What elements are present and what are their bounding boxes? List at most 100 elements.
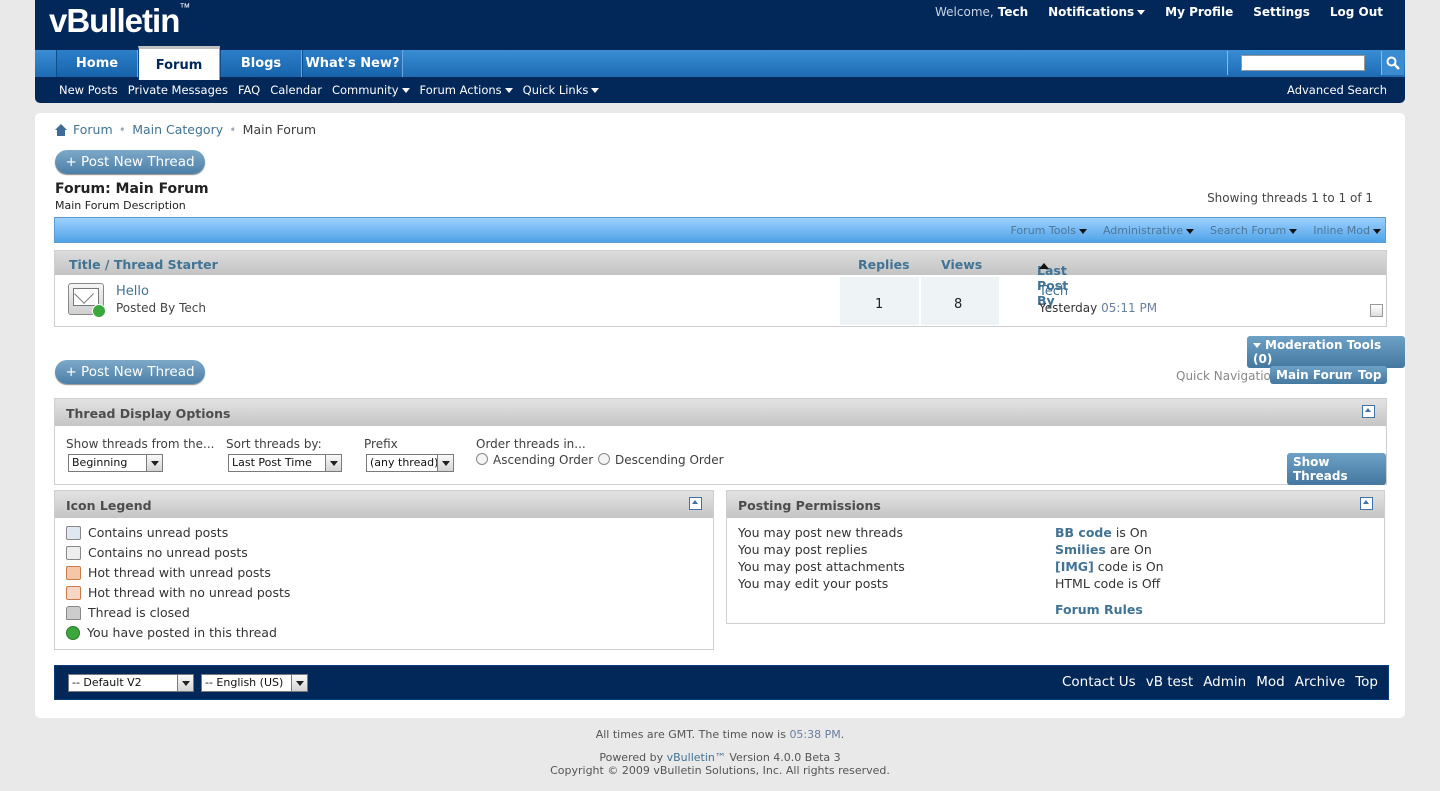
breadcrumb-main-category[interactable]: Main Category xyxy=(132,122,223,137)
language-select[interactable]: -- English (US) xyxy=(201,674,308,692)
inline-mod-checkbox[interactable] xyxy=(1370,304,1383,317)
settings-link[interactable]: Settings xyxy=(1253,5,1310,19)
sort-replies-link[interactable]: Replies xyxy=(858,257,910,272)
posting-permissions: Posting Permissions You may post new thr… xyxy=(726,490,1385,624)
inline-mod-menu[interactable]: Inline Mod xyxy=(1313,224,1381,237)
community-menu[interactable]: Community xyxy=(332,83,410,97)
copyright-text: Copyright © 2009 vBulletin Solutions, In… xyxy=(550,764,890,777)
tab-blogs[interactable]: Blogs xyxy=(220,50,302,77)
post-new-thread-button-bottom[interactable]: + Post New Thread xyxy=(55,360,205,384)
hot-read-icon xyxy=(66,585,81,600)
tab-whats-new[interactable]: What's New? xyxy=(302,50,403,77)
chevron-down-icon xyxy=(1186,228,1195,234)
sort-views-link[interactable]: Views xyxy=(941,257,982,272)
last-post-date: Yesterday 05:11 PM xyxy=(1039,301,1158,315)
username-link[interactable]: Tech xyxy=(998,5,1028,19)
vb-test-link[interactable]: vB test xyxy=(1146,674,1193,690)
private-messages-link[interactable]: Private Messages xyxy=(128,83,228,97)
footer-top-link[interactable]: Top xyxy=(1355,674,1378,690)
main-navbar: Home Forum Blogs What's New? xyxy=(35,46,1405,80)
quick-links-menu[interactable]: Quick Links xyxy=(523,83,600,97)
prefix-select[interactable]: (any thread) xyxy=(366,454,454,472)
forum-tools-menu[interactable]: Forum Tools xyxy=(1011,224,1087,237)
search-input[interactable] xyxy=(1241,55,1365,71)
tab-home[interactable]: Home xyxy=(56,50,138,77)
breadcrumb-forum[interactable]: Forum xyxy=(73,122,113,137)
advanced-search-link[interactable]: Advanced Search xyxy=(1287,83,1387,97)
sort-ascending-icon xyxy=(1039,263,1049,269)
chevron-down-icon xyxy=(1289,228,1298,234)
sort-title-link[interactable]: Title / Thread Starter xyxy=(69,257,218,272)
administrative-menu[interactable]: Administrative xyxy=(1103,224,1195,237)
chevron-down-icon xyxy=(146,455,162,471)
calendar-link[interactable]: Calendar xyxy=(270,83,322,97)
img-code-link[interactable]: [IMG] xyxy=(1055,559,1094,574)
search-icon[interactable] xyxy=(1381,51,1404,75)
site-header: vBulletin™ Welcome, Tech Notifications My… xyxy=(35,0,1405,103)
user-links: Welcome, Tech Notifications My Profile Se… xyxy=(935,5,1383,19)
post-new-thread-button[interactable]: + Post New Thread xyxy=(55,150,205,174)
permission-item: You may edit your posts xyxy=(738,576,889,591)
collapse-icon[interactable] xyxy=(1360,497,1373,510)
list-item: Thread is closed xyxy=(66,605,190,620)
permission-item: You may post attachments xyxy=(738,559,905,574)
bbcode-link[interactable]: BB code xyxy=(1055,525,1112,540)
vbulletin-link[interactable]: vBulletin™ xyxy=(667,751,726,764)
mod-link[interactable]: Mod xyxy=(1256,674,1284,690)
tab-forum[interactable]: Forum xyxy=(138,46,220,80)
collapse-icon[interactable] xyxy=(1362,405,1375,418)
last-post-user-link[interactable]: Tech xyxy=(1039,284,1068,299)
forum-description: Main Forum Description xyxy=(55,199,186,212)
forum-toolbar: Forum Tools Administrative Search Forum … xyxy=(54,217,1386,243)
breadcrumb-current: Main Forum xyxy=(242,122,317,137)
descending-order-radio[interactable]: Descending Order xyxy=(598,453,724,467)
icon-legend: Icon Legend Contains unread posts Contai… xyxy=(54,490,714,650)
posted-arrow-icon xyxy=(66,625,80,640)
archive-link[interactable]: Archive xyxy=(1295,674,1346,690)
read-envelope-icon xyxy=(66,545,81,560)
forum-actions-menu[interactable]: Forum Actions xyxy=(420,83,513,97)
collapse-icon[interactable] xyxy=(689,497,702,510)
faq-link[interactable]: FAQ xyxy=(238,83,260,97)
icon-legend-header: Icon Legend xyxy=(55,491,713,518)
sort-by-select[interactable]: Last Post Time xyxy=(228,454,342,472)
chevron-down-icon xyxy=(437,455,453,471)
prefix-label: Prefix xyxy=(364,437,398,451)
thread-list: Title / Thread Starter Replies Views Las… xyxy=(54,250,1387,327)
chevron-down-icon xyxy=(591,88,600,93)
chevron-down-icon xyxy=(325,455,341,471)
sub-navbar: New Posts Private Messages FAQ Calendar … xyxy=(35,77,1405,103)
chevron-down-icon xyxy=(177,675,193,691)
breadcrumb: Forum ➧ Main Category ➧ Main Forum xyxy=(55,122,316,137)
vbulletin-logo[interactable]: vBulletin™ xyxy=(49,2,190,40)
thread-title-link[interactable]: Hello xyxy=(116,284,149,299)
notifications-menu[interactable]: Notifications xyxy=(1048,5,1146,19)
top-button[interactable]: Top xyxy=(1352,366,1388,384)
logout-link[interactable]: Log Out xyxy=(1330,5,1383,19)
smilies-link[interactable]: Smilies xyxy=(1055,542,1106,557)
search-forum-menu[interactable]: Search Forum xyxy=(1210,224,1298,237)
admin-link[interactable]: Admin xyxy=(1203,674,1246,690)
sort-by-label: Sort threads by: xyxy=(226,437,322,451)
contact-us-link[interactable]: Contact Us xyxy=(1062,674,1136,690)
posted-in-thread-icon xyxy=(92,304,106,318)
welcome-text: Welcome, Tech xyxy=(935,5,1029,19)
show-threads-button[interactable]: Show Threads xyxy=(1287,453,1386,485)
ascending-order-radio[interactable]: Ascending Order xyxy=(476,453,593,467)
style-select[interactable]: -- Default V2 xyxy=(68,674,194,692)
thread-display-options: Thread Display Options Show threads from… xyxy=(54,398,1387,485)
list-item: Hot thread with unread posts xyxy=(66,565,271,580)
show-from-select[interactable]: Beginning xyxy=(68,454,163,472)
chevron-down-icon xyxy=(1253,343,1261,348)
home-icon[interactable] xyxy=(55,123,67,136)
hot-unread-icon xyxy=(66,565,81,580)
bbcode-status: BB code is On xyxy=(1055,525,1148,540)
moderation-tools-button[interactable]: Moderation Tools (0) xyxy=(1247,336,1405,368)
replies-count: 1 xyxy=(875,297,884,312)
main-forum-button[interactable]: Main Forum xyxy=(1270,366,1362,384)
my-profile-link[interactable]: My Profile xyxy=(1165,5,1233,19)
order-label: Order threads in... xyxy=(476,437,586,451)
forum-rules-link[interactable]: Forum Rules xyxy=(1055,602,1143,617)
thread-list-header: Title / Thread Starter Replies Views Las… xyxy=(55,251,1386,308)
new-posts-link[interactable]: New Posts xyxy=(59,83,118,97)
